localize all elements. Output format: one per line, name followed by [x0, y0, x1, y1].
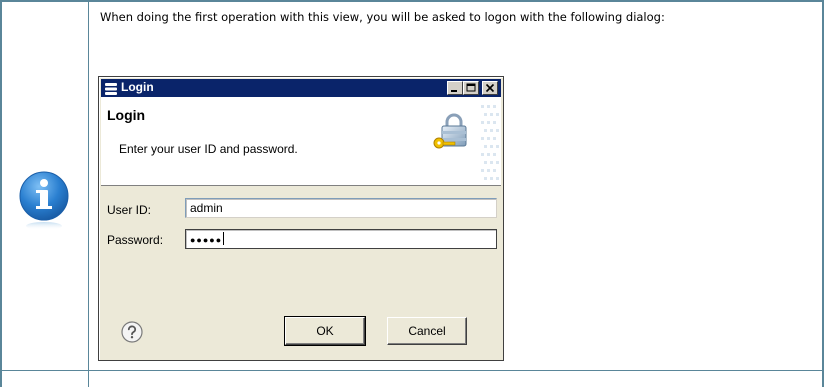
cancel-button[interactable]: Cancel	[387, 317, 467, 345]
password-value: ●●●●●	[190, 235, 223, 245]
minimize-button[interactable]	[447, 81, 463, 95]
dialog-window-title: Login	[121, 80, 154, 94]
user-id-field[interactable]: admin	[185, 198, 497, 218]
dialog-titlebar: Login	[101, 79, 501, 97]
password-field[interactable]: ●●●●●	[185, 229, 497, 249]
password-label: Password:	[107, 233, 164, 247]
ok-button[interactable]: OK	[284, 316, 366, 346]
help-icon[interactable]	[121, 321, 143, 343]
user-id-label: User ID:	[107, 203, 152, 217]
row-divider	[0, 370, 824, 371]
column-divider	[88, 0, 89, 387]
dialog-header-title: Login	[107, 107, 146, 123]
intro-text: When doing the first operation with this…	[100, 10, 665, 24]
close-button[interactable]	[482, 81, 498, 95]
lock-key-icon	[431, 113, 471, 151]
dialog-header: Login Enter your user ID and password.	[101, 97, 501, 186]
maximize-button[interactable]	[463, 81, 479, 95]
text-caret	[223, 232, 225, 245]
info-icon	[18, 170, 70, 232]
dialog-header-description: Enter your user ID and password.	[119, 142, 298, 156]
header-decoration	[479, 101, 501, 185]
login-dialog: Login Login Enter your user ID and passw…	[98, 76, 504, 361]
database-icon	[104, 81, 118, 95]
user-id-value: admin	[190, 201, 223, 215]
